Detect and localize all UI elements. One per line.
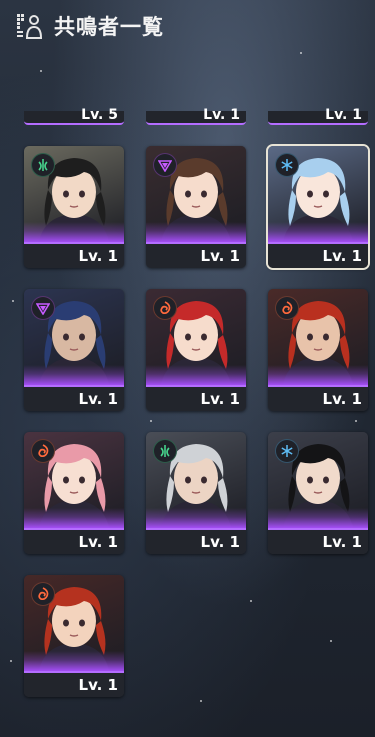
card-footer: Lv. 1 [24, 671, 124, 697]
glacio-element-icon [275, 439, 299, 463]
aero-element-icon [153, 439, 177, 463]
card-footer: Lv. 1 [24, 385, 124, 411]
resonator-card[interactable]: Lv. 1 [24, 432, 124, 554]
fusion-element-icon [31, 582, 55, 606]
card-footer: Lv. 1 [24, 528, 124, 554]
level-label: Lv. 1 [78, 676, 118, 694]
resonator-card[interactable]: Lv. 1 [24, 575, 124, 697]
card-footer: Lv. 1 [268, 385, 368, 411]
level-label: Lv. 1 [322, 390, 362, 408]
card-footer: Lv. 1 [268, 528, 368, 554]
card-footer: Lv. 1 [146, 528, 246, 554]
fusion-element-icon [275, 296, 299, 320]
level-label: Lv. 1 [322, 247, 362, 265]
level-label: Lv. 1 [200, 390, 240, 408]
resonator-card[interactable]: Lv. 1 [268, 432, 368, 554]
fusion-element-icon [31, 439, 55, 463]
level-label: Lv. 1 [200, 247, 240, 265]
resonator-card[interactable]: Lv. 1 [24, 289, 124, 411]
level-label: Lv. 1 [78, 533, 118, 551]
resonator-card[interactable]: Lv. 1 [266, 144, 370, 270]
havoc-element-icon [31, 296, 55, 320]
resonator-card[interactable]: Lv. 1 [146, 146, 246, 268]
glacio-element-icon [275, 153, 299, 177]
level-label: Lv. 1 [200, 533, 240, 551]
fusion-element-icon [153, 296, 177, 320]
resonator-card[interactable]: Lv. 1 [146, 432, 246, 554]
resonator-grid: Lv. 1 Lv. 1 Lv. 1 Lv. 1 Lv. 1 Lv. 1 Lv. … [0, 0, 375, 737]
aero-element-icon [31, 153, 55, 177]
level-label: Lv. 1 [78, 390, 118, 408]
card-footer: Lv. 1 [146, 242, 246, 268]
level-label: Lv. 1 [322, 533, 362, 551]
resonator-card[interactable]: Lv. 1 [24, 146, 124, 268]
resonator-card[interactable]: Lv. 1 [268, 289, 368, 411]
havoc-element-icon [153, 153, 177, 177]
resonator-card[interactable]: Lv. 1 [146, 289, 246, 411]
card-footer: Lv. 1 [268, 242, 368, 268]
card-footer: Lv. 1 [146, 385, 246, 411]
level-label: Lv. 1 [78, 247, 118, 265]
card-footer: Lv. 1 [24, 242, 124, 268]
